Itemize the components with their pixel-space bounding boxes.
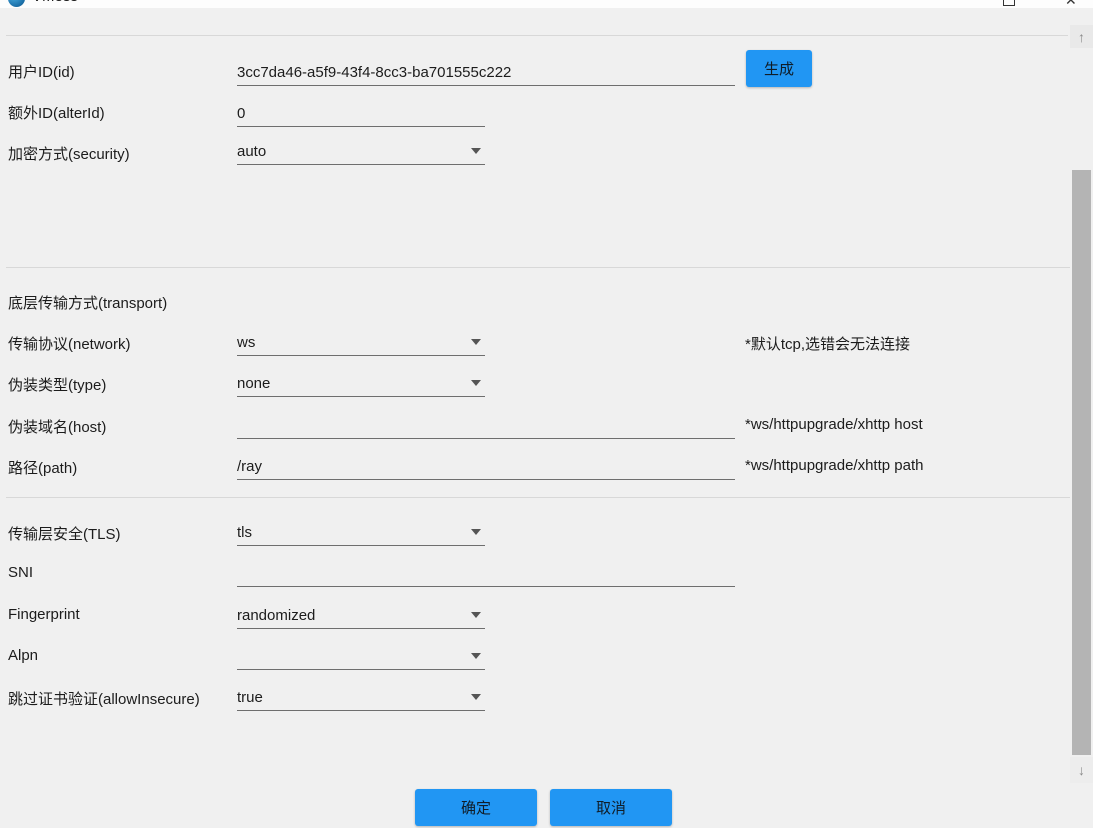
app-icon — [8, 0, 25, 7]
tls-select[interactable]: tls — [237, 516, 485, 546]
chevron-down-icon — [471, 339, 481, 345]
network-value: ws — [237, 334, 471, 351]
path-label: 路径(path) — [8, 457, 77, 478]
alpn-select[interactable] — [237, 640, 485, 670]
alter-id-value: 0 — [237, 105, 485, 122]
scroll-down-button[interactable]: ↓ — [1070, 757, 1093, 783]
path-note: *ws/httpupgrade/xhttp path — [745, 457, 923, 474]
security-select[interactable]: auto — [237, 135, 485, 165]
generate-button[interactable]: 生成 — [746, 50, 812, 87]
titlebar: VMess ✕ — [0, 0, 1093, 8]
security-value: auto — [237, 143, 471, 160]
type-label: 伪装类型(type) — [8, 374, 106, 395]
security-label: 加密方式(security) — [8, 143, 130, 164]
cancel-button[interactable]: 取消 — [550, 789, 672, 826]
path-value: /ray — [237, 458, 735, 475]
arrow-up-icon: ↑ — [1078, 30, 1085, 44]
id-label: 用户ID(id) — [8, 61, 75, 82]
chevron-down-icon — [471, 529, 481, 535]
alter-id-label: 额外ID(alterId) — [8, 102, 105, 123]
tls-value: tls — [237, 524, 471, 541]
scroll-up-button[interactable]: ↑ — [1070, 25, 1093, 48]
fingerprint-label: Fingerprint — [8, 606, 80, 623]
allow-insecure-value: true — [237, 689, 471, 706]
top-divider — [6, 35, 1068, 36]
network-note: *默认tcp,选错会无法连接 — [745, 333, 910, 354]
id-value: 3cc7da46-a5f9-43f4-8cc3-ba701555c222 — [237, 64, 735, 81]
arrow-down-icon: ↓ — [1078, 763, 1085, 777]
close-icon[interactable]: ✕ — [1065, 0, 1077, 8]
fingerprint-select[interactable]: randomized — [237, 599, 485, 629]
section-divider — [6, 267, 1070, 268]
chevron-down-icon — [471, 612, 481, 618]
network-label: 传输协议(network) — [8, 333, 131, 354]
transport-section-title: 底层传输方式(transport) — [8, 292, 167, 313]
maximize-icon[interactable] — [1003, 0, 1015, 6]
scrollbar-thumb[interactable] — [1072, 170, 1091, 755]
type-value: none — [237, 375, 471, 392]
alter-id-input[interactable]: 0 — [237, 97, 485, 127]
host-note: *ws/httpupgrade/xhttp host — [745, 416, 923, 433]
network-select[interactable]: ws — [237, 326, 485, 356]
chevron-down-icon — [471, 148, 481, 154]
host-label: 伪装域名(host) — [8, 416, 106, 437]
id-input[interactable]: 3cc7da46-a5f9-43f4-8cc3-ba701555c222 — [237, 56, 735, 86]
chevron-down-icon — [471, 380, 481, 386]
sni-label: SNI — [8, 564, 33, 581]
path-input[interactable]: /ray — [237, 450, 735, 480]
tls-label: 传输层安全(TLS) — [8, 523, 121, 544]
fingerprint-value: randomized — [237, 607, 471, 624]
ok-button[interactable]: 确定 — [415, 789, 537, 826]
host-input[interactable] — [237, 409, 735, 439]
sni-input[interactable] — [237, 557, 735, 587]
chevron-down-icon — [471, 694, 481, 700]
allow-insecure-select[interactable]: true — [237, 681, 485, 711]
allow-insecure-label: 跳过证书验证(allowInsecure) — [8, 688, 200, 709]
alpn-label: Alpn — [8, 647, 38, 664]
window-title: VMess — [32, 0, 78, 5]
vmess-dialog: VMess ✕ 用户ID(id) 3cc7da46-a5f9-43f4-8cc3… — [0, 0, 1093, 828]
type-select[interactable]: none — [237, 367, 485, 397]
chevron-down-icon — [471, 653, 481, 659]
tls-section-divider — [6, 497, 1070, 498]
